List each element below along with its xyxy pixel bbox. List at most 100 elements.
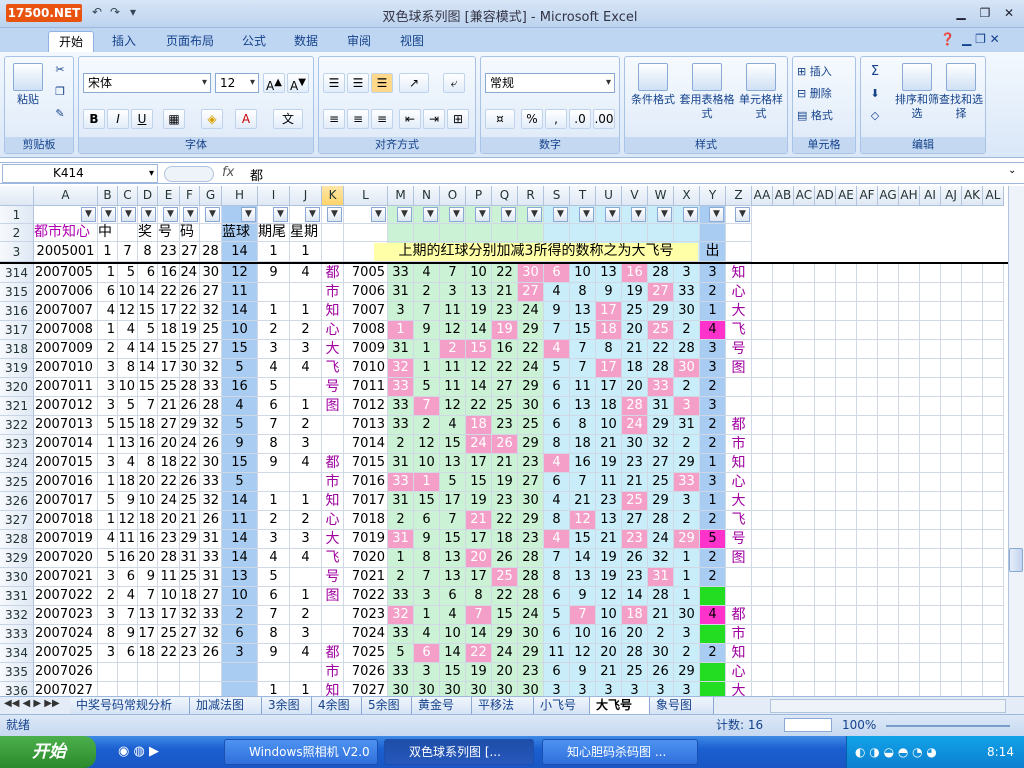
- column-header-ab[interactable]: AB: [773, 186, 794, 206]
- data-cell[interactable]: 14: [570, 549, 596, 568]
- data-cell[interactable]: 15: [466, 340, 492, 359]
- sheet-tab[interactable]: 大飞号: [590, 697, 650, 714]
- data-cell[interactable]: 3: [596, 682, 622, 696]
- filter-dropdown-icon[interactable]: ▼: [657, 207, 672, 222]
- data-cell[interactable]: 10: [440, 625, 466, 644]
- data-cell[interactable]: 20: [622, 625, 648, 644]
- data-cell[interactable]: [322, 416, 344, 435]
- data-cell[interactable]: [941, 663, 962, 682]
- data-cell[interactable]: [794, 511, 815, 530]
- data-cell[interactable]: 11: [222, 511, 258, 530]
- data-cell[interactable]: 9: [222, 435, 258, 454]
- data-cell[interactable]: 13: [570, 568, 596, 587]
- data-cell[interactable]: [920, 397, 941, 416]
- data-cell[interactable]: [941, 454, 962, 473]
- data-cell[interactable]: 2: [258, 321, 290, 340]
- data-cell[interactable]: [752, 340, 773, 359]
- formula-input[interactable]: 都: [250, 165, 263, 184]
- data-cell[interactable]: [752, 435, 773, 454]
- data-cell[interactable]: 15: [440, 435, 466, 454]
- data-cell[interactable]: 9: [544, 302, 570, 321]
- data-cell[interactable]: [899, 663, 920, 682]
- comma-button[interactable]: ,: [545, 109, 567, 129]
- data-cell[interactable]: 12: [570, 644, 596, 663]
- data-cell[interactable]: [773, 568, 794, 587]
- data-cell[interactable]: [700, 682, 726, 696]
- data-cell[interactable]: 19: [596, 568, 622, 587]
- data-cell[interactable]: 10: [158, 587, 180, 606]
- data-cell[interactable]: 2005001: [34, 242, 98, 262]
- data-cell[interactable]: [815, 264, 836, 283]
- data-cell[interactable]: 6: [544, 264, 570, 283]
- data-cell[interactable]: 21: [622, 340, 648, 359]
- data-cell[interactable]: [920, 321, 941, 340]
- data-cell[interactable]: 30: [200, 454, 222, 473]
- row-header[interactable]: 333: [0, 625, 34, 644]
- italic-button[interactable]: I: [107, 109, 129, 129]
- data-cell[interactable]: 3: [674, 492, 700, 511]
- data-cell[interactable]: 15: [118, 416, 138, 435]
- data-cell[interactable]: 28: [648, 511, 674, 530]
- data-cell[interactable]: [752, 397, 773, 416]
- data-cell[interactable]: 2007015: [34, 454, 98, 473]
- data-cell[interactable]: 6: [118, 644, 138, 663]
- wrap-text-button[interactable]: ⤶: [443, 73, 465, 93]
- data-cell[interactable]: [794, 359, 815, 378]
- data-cell[interactable]: 17: [158, 606, 180, 625]
- data-cell[interactable]: 28: [648, 264, 674, 283]
- data-cell[interactable]: [815, 359, 836, 378]
- data-cell[interactable]: 15: [570, 321, 596, 340]
- fill-icon[interactable]: ⬇: [865, 87, 885, 101]
- data-cell[interactable]: 2: [674, 435, 700, 454]
- data-cell[interactable]: 28: [518, 568, 544, 587]
- data-cell[interactable]: 4: [118, 321, 138, 340]
- data-cell[interactable]: 22: [492, 359, 518, 378]
- data-cell[interactable]: [794, 492, 815, 511]
- data-cell[interactable]: [920, 587, 941, 606]
- data-cell[interactable]: 15: [222, 340, 258, 359]
- data-cell[interactable]: 25: [180, 568, 200, 587]
- data-cell[interactable]: [962, 625, 983, 644]
- data-cell[interactable]: 30: [200, 264, 222, 283]
- data-cell[interactable]: 18: [180, 587, 200, 606]
- data-cell[interactable]: [773, 378, 794, 397]
- data-cell[interactable]: [752, 302, 773, 321]
- data-cell[interactable]: 1: [414, 606, 440, 625]
- data-cell[interactable]: 6: [544, 587, 570, 606]
- data-cell[interactable]: 4: [414, 264, 440, 283]
- data-cell[interactable]: 4: [544, 454, 570, 473]
- data-cell[interactable]: 7: [570, 340, 596, 359]
- view-buttons[interactable]: [784, 718, 832, 732]
- data-cell[interactable]: [222, 663, 258, 682]
- row-header[interactable]: 329: [0, 549, 34, 568]
- data-cell[interactable]: [180, 663, 200, 682]
- data-cell[interactable]: [773, 473, 794, 492]
- data-cell[interactable]: 4: [700, 321, 726, 340]
- data-cell[interactable]: [962, 549, 983, 568]
- data-cell[interactable]: [983, 340, 1004, 359]
- data-cell[interactable]: [815, 283, 836, 302]
- data-cell[interactable]: 31: [388, 340, 414, 359]
- data-cell[interactable]: 10: [222, 321, 258, 340]
- data-cell[interactable]: 14: [138, 340, 158, 359]
- data-cell[interactable]: 1: [700, 454, 726, 473]
- data-cell[interactable]: [878, 359, 899, 378]
- data-cell[interactable]: 3: [700, 340, 726, 359]
- data-cell[interactable]: [836, 321, 857, 340]
- data-cell[interactable]: 32: [388, 606, 414, 625]
- data-cell[interactable]: 29: [674, 663, 700, 682]
- data-cell[interactable]: 29: [180, 416, 200, 435]
- data-cell[interactable]: 23: [158, 242, 180, 262]
- data-cell[interactable]: 21: [570, 492, 596, 511]
- data-cell[interactable]: 7: [570, 359, 596, 378]
- data-cell[interactable]: 2007005: [34, 264, 98, 283]
- data-cell[interactable]: [815, 625, 836, 644]
- data-cell[interactable]: 13: [570, 397, 596, 416]
- data-cell[interactable]: 1: [98, 242, 118, 262]
- data-cell[interactable]: 12: [440, 321, 466, 340]
- data-cell[interactable]: 都: [726, 416, 752, 435]
- data-cell[interactable]: [794, 663, 815, 682]
- row-header[interactable]: 3: [0, 242, 34, 262]
- data-cell[interactable]: 33: [200, 473, 222, 492]
- data-cell[interactable]: [941, 283, 962, 302]
